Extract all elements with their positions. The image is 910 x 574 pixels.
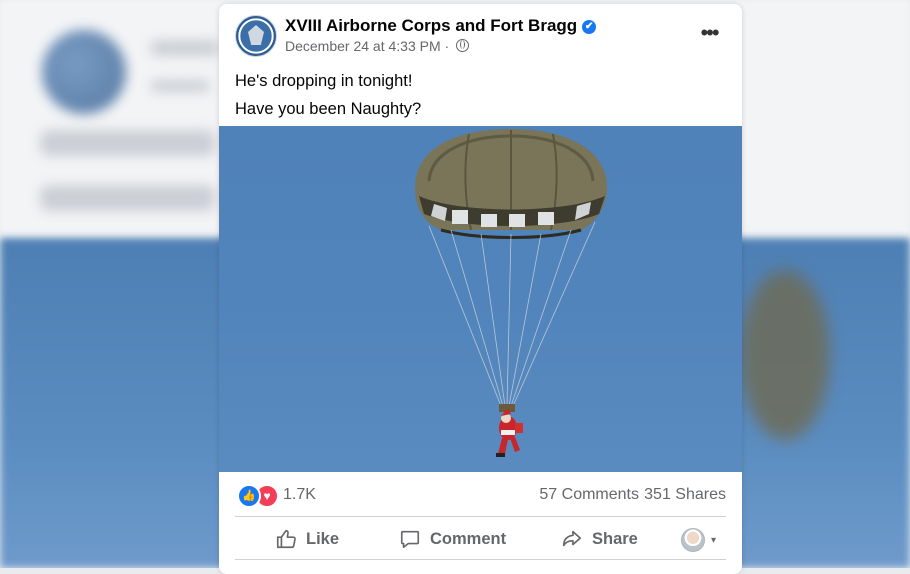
post-message: He's dropping in tonight! Have you been … [235,67,421,123]
blurred-avatar [42,30,126,114]
parachute-canopy [415,129,607,239]
page-avatar[interactable] [235,15,277,57]
react-as-selector[interactable]: ▾ [680,528,716,552]
like-reaction-icon[interactable]: 👍 [237,484,261,508]
globe-icon [456,39,470,52]
suspension-lines [428,221,596,407]
blurred-text-bar [150,40,220,56]
page-name-link[interactable]: XVIII Airborne Corps and Fort Bragg ✔ [285,16,597,36]
reaction-count[interactable]: 1.7K [283,486,316,504]
airborne-insignia-icon [248,25,264,45]
divider [235,559,726,560]
post-text-line: Have you been Naughty? [235,100,422,118]
divider [235,516,726,517]
post-actions: Like Comment Share ▾ [235,519,726,559]
shares-count-link[interactable]: 351 Shares [644,486,726,504]
blurred-text-bar [40,130,215,156]
blurred-canopy [740,270,830,440]
share-arrow-icon [562,530,582,547]
share-button[interactable]: Share [561,519,638,559]
post-header: XVIII Airborne Corps and Fort Bragg ✔ Dec… [235,15,726,59]
more-options-button[interactable]: ••• [694,22,724,53]
post-photo[interactable] [219,126,742,472]
share-label: Share [592,529,638,548]
post-text-line: He's dropping in tonight! [235,72,413,90]
post-meta: December 24 at 4:33 PM · [285,38,470,54]
santa-figure [496,404,523,457]
comment-bubble-icon [400,530,420,549]
comment-label: Comment [430,529,507,548]
like-label: Like [306,529,340,548]
comments-count-link[interactable]: 57 Comments [539,486,639,504]
user-avatar-icon [680,528,705,552]
post-timestamp[interactable]: December 24 at 4:33 PM [285,38,441,54]
parachute-illustration [415,129,607,457]
post-card: XVIII Airborne Corps and Fort Bragg ✔ Dec… [219,4,742,574]
thumbs-up-icon [276,529,296,549]
chevron-down-icon: ▾ [710,534,716,546]
meta-separator: · [444,38,450,54]
comment-button[interactable]: Comment [399,519,506,559]
like-button[interactable]: Like [275,519,339,559]
blurred-text-bar [40,185,215,211]
blurred-text-bar [150,80,210,92]
reactions-bar: 👍 ♥ 1.7K 57 Comments 351 Shares [235,484,726,508]
verified-badge-icon: ✔ [582,20,597,34]
